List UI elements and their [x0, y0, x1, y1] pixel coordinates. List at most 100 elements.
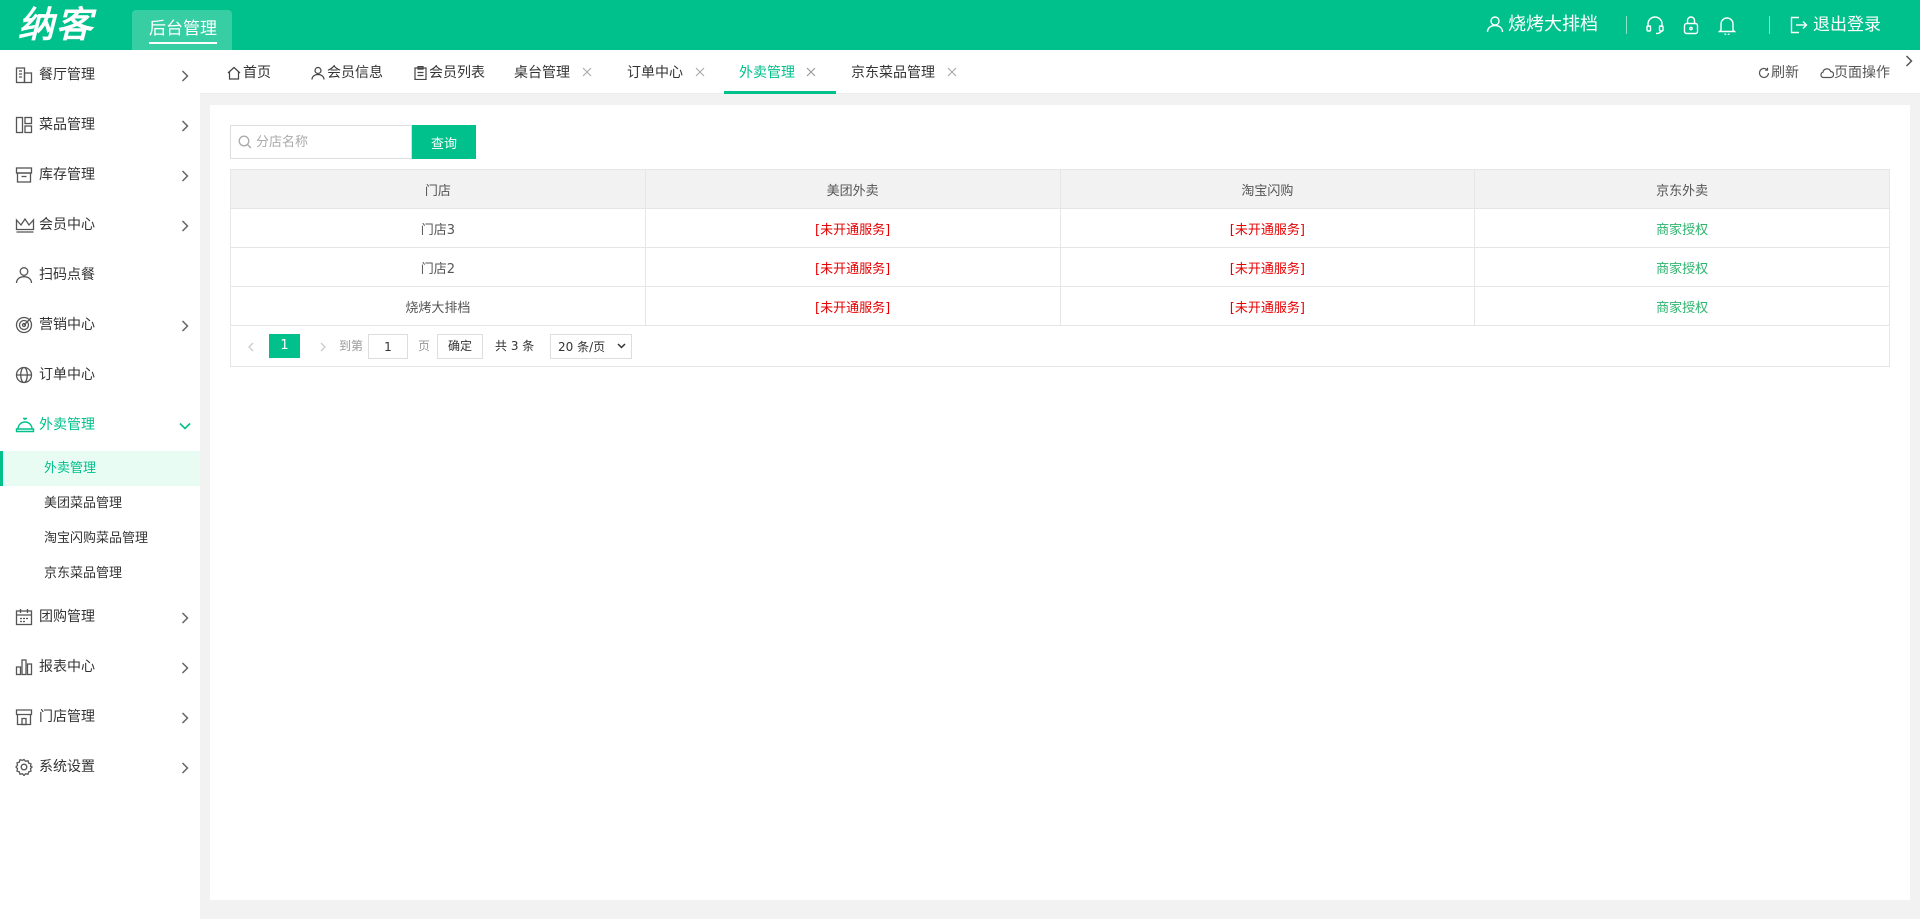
close-icon[interactable]	[947, 67, 957, 77]
jd-authorize-link[interactable]: 商家授权	[1474, 208, 1890, 248]
admin-tab-label: 后台管理	[149, 17, 217, 44]
sidebar-subitem-jd-dishes[interactable]: 京东菜品管理	[0, 556, 200, 591]
sidebar-item-label: 门店管理	[39, 709, 95, 725]
store-name-input[interactable]	[256, 133, 406, 151]
sidebar-subitem-takeout[interactable]: 外卖管理	[0, 451, 200, 486]
tab-member-list[interactable]: 会员列表	[414, 50, 494, 94]
taobao-status-link[interactable]: [未开通服务]	[1059, 286, 1476, 326]
sidebar-item-dishes[interactable]: 菜品管理	[0, 100, 200, 150]
close-icon[interactable]	[582, 67, 592, 77]
jd-authorize-link[interactable]: 商家授权	[1474, 286, 1890, 326]
jd-authorize-link[interactable]: 商家授权	[1474, 247, 1890, 287]
meituan-status-link[interactable]: [未开通服务]	[644, 286, 1061, 326]
store-icon	[15, 708, 33, 726]
sidebar-item-label: 营销中心	[39, 317, 95, 333]
sidebar-subitem-label: 京东菜品管理	[44, 566, 123, 581]
sidebar-subitem-taobao-dishes[interactable]: 淘宝闪购菜品管理	[0, 521, 200, 556]
sidebar-item-inventory[interactable]: 库存管理	[0, 150, 200, 200]
store-name-cell: 烧烤大排档	[230, 286, 646, 326]
active-tab-indicator	[724, 91, 836, 94]
brand-logo: 纳客	[18, 4, 95, 46]
lock-icon[interactable]	[1682, 15, 1700, 35]
total-count: 共 3 条	[495, 339, 535, 353]
user-icon	[1486, 15, 1504, 33]
goto-confirm-button[interactable]: 确定	[437, 334, 483, 359]
chevron-right-icon[interactable]	[1905, 55, 1913, 67]
tab-member-info[interactable]: 会员信息	[311, 50, 391, 94]
chevron-down-icon	[179, 422, 191, 430]
gear-icon	[15, 758, 33, 776]
page-size-select[interactable]: 20 条/页	[550, 334, 632, 359]
logout-button[interactable]: 退出登录	[1813, 12, 1881, 38]
bell-icon[interactable]	[1718, 15, 1736, 35]
close-icon[interactable]	[806, 67, 816, 77]
tab-home[interactable]: 首页	[227, 50, 287, 94]
meituan-status-link[interactable]: [未开通服务]	[644, 208, 1061, 248]
page-label: 页	[418, 339, 431, 353]
chevron-right-icon	[181, 120, 189, 132]
store-search[interactable]	[230, 125, 412, 159]
page-ops-button[interactable]: 页面操作	[1834, 64, 1890, 82]
tab-order-center[interactable]: 订单中心	[627, 50, 717, 94]
sidebar-item-restaurant[interactable]: 餐厅管理	[0, 50, 200, 100]
sidebar-item-group-buy[interactable]: 团购管理	[0, 592, 200, 642]
admin-tab[interactable]: 后台管理	[132, 10, 232, 50]
building-icon	[15, 66, 33, 84]
chevron-left-icon[interactable]	[248, 342, 254, 352]
chevron-right-icon	[181, 220, 189, 232]
query-button[interactable]: 查询	[412, 125, 476, 159]
sidebar-item-takeout[interactable]: 外卖管理	[0, 400, 200, 450]
headset-icon[interactable]	[1645, 15, 1665, 35]
tab-takeout-mgmt[interactable]: 外卖管理	[739, 50, 829, 94]
close-icon[interactable]	[695, 67, 705, 77]
sidebar-subitem-label: 外卖管理	[44, 461, 97, 476]
sidebar-item-members[interactable]: 会员中心	[0, 200, 200, 250]
cloud-icon[interactable]	[1820, 67, 1834, 79]
sidebar-item-label: 会员中心	[39, 217, 95, 233]
crown-icon	[15, 216, 35, 234]
bar-chart-icon	[15, 658, 33, 676]
sidebar-item-reports[interactable]: 报表中心	[0, 642, 200, 692]
logout-icon[interactable]	[1788, 15, 1808, 35]
clipboard-icon	[414, 66, 427, 80]
sidebar-item-settings[interactable]: 系统设置	[0, 742, 200, 792]
sidebar-item-label: 订单中心	[39, 367, 95, 383]
chevron-right-icon	[181, 712, 189, 724]
sidebar-item-stores[interactable]: 门店管理	[0, 692, 200, 742]
chevron-right-icon[interactable]	[320, 342, 326, 352]
calendar-icon	[15, 608, 33, 626]
table-row: 烧烤大排档 [未开通服务] [未开通服务] 商家授权	[230, 286, 1890, 326]
chevron-right-icon	[181, 662, 189, 674]
column-header: 淘宝闪购	[1059, 169, 1476, 209]
taobao-status-link[interactable]: [未开通服务]	[1059, 247, 1476, 287]
sidebar-item-label: 餐厅管理	[39, 67, 95, 83]
chevron-right-icon	[181, 170, 189, 182]
tab-table-mgmt[interactable]: 桌台管理	[514, 50, 604, 94]
refresh-icon[interactable]	[1758, 67, 1770, 79]
goto-page-input[interactable]	[368, 334, 408, 359]
sidebar-item-marketing[interactable]: 营销中心	[0, 300, 200, 350]
chevron-right-icon	[181, 612, 189, 624]
tab-label: 外卖管理	[739, 65, 795, 81]
sidebar-item-label: 库存管理	[39, 167, 95, 183]
table-row: 门店2 [未开通服务] [未开通服务] 商家授权	[230, 247, 1890, 287]
globe-icon	[15, 366, 33, 384]
refresh-button[interactable]: 刷新	[1771, 64, 1799, 82]
table-row: 门店3 [未开通服务] [未开通服务] 商家授权	[230, 208, 1890, 248]
user-icon	[311, 66, 325, 80]
sidebar-item-label: 系统设置	[39, 759, 95, 775]
current-page-button[interactable]: 1	[269, 334, 300, 358]
taobao-status-link[interactable]: [未开通服务]	[1059, 208, 1476, 248]
tab-jd-dishes[interactable]: 京东菜品管理	[851, 50, 971, 94]
tab-label: 桌台管理	[514, 65, 570, 81]
sidebar-subitem-meituan-dishes[interactable]: 美团菜品管理	[0, 486, 200, 521]
current-user-name[interactable]: 烧烤大排档	[1508, 12, 1598, 38]
header-divider	[1769, 16, 1770, 34]
sidebar-item-orders[interactable]: 订单中心	[0, 350, 200, 400]
layout-icon	[15, 116, 33, 134]
meituan-status-link[interactable]: [未开通服务]	[644, 247, 1061, 287]
column-header: 门店	[230, 169, 646, 209]
table-header-row: 门店 美团外卖 淘宝闪购 京东外卖	[230, 169, 1890, 209]
sidebar-item-scan-order[interactable]: 扫码点餐	[0, 250, 200, 300]
chevron-right-icon	[181, 762, 189, 774]
